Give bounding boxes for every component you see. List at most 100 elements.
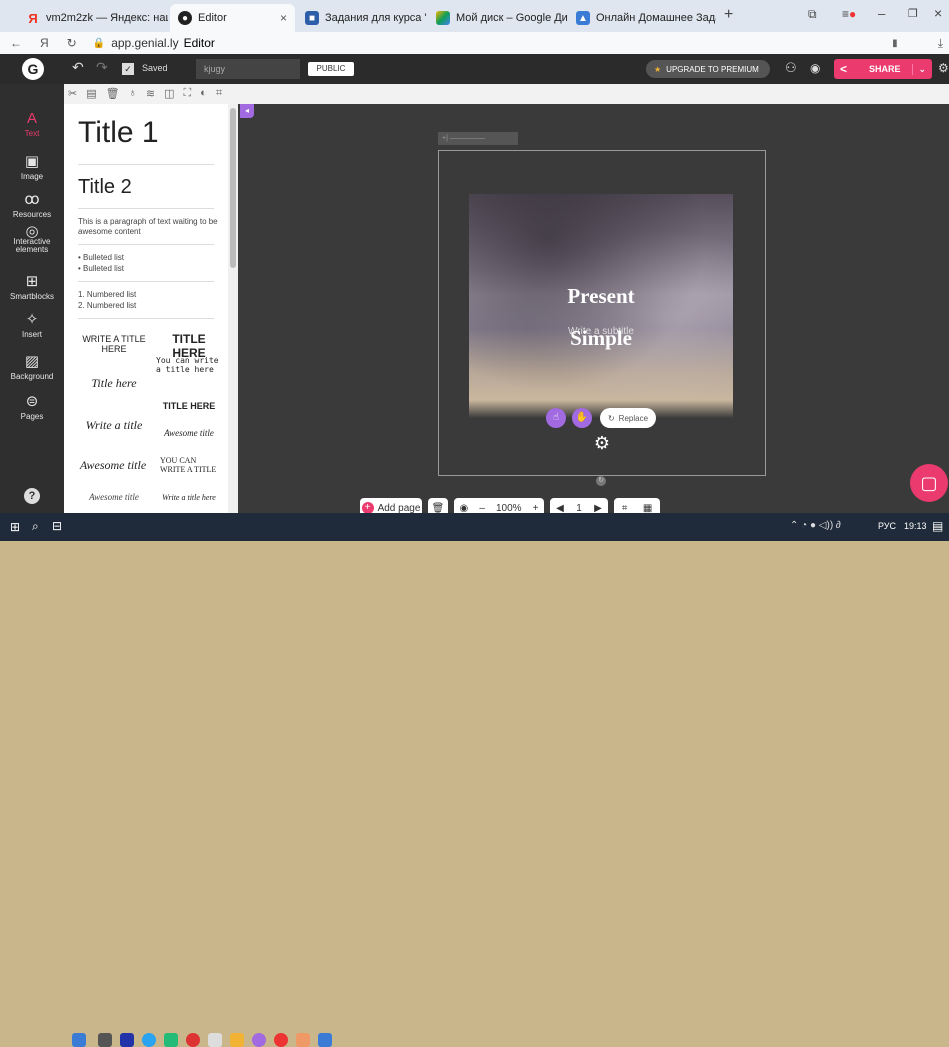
template-you-can-write[interactable]: You can write a title here — [156, 356, 222, 374]
document-name-input[interactable]: kjugy — [196, 59, 300, 79]
template-awesome-title-2[interactable]: Awesome title — [78, 458, 148, 473]
browser-tab-course[interactable]: ■ Задания для курса "Modul — [297, 4, 427, 32]
taskbar-app-icon[interactable] — [186, 1033, 200, 1047]
tray-icons[interactable]: ⌃ ◔ ● ◁)) ∂ — [790, 520, 841, 531]
browser-tab-drive[interactable]: Мой диск – Google Диск — [428, 4, 568, 32]
share-button[interactable]: < SHARE ⌄ — [834, 59, 932, 79]
clock[interactable]: 19:13 — [904, 521, 927, 531]
animation-icon[interactable]: ✋ — [572, 408, 592, 428]
group-tag[interactable]: +| ————— — [438, 132, 518, 145]
replace-button[interactable]: ↻ Replace — [600, 408, 656, 428]
layers-icon[interactable]: ≋ — [146, 87, 155, 100]
taskbar-app-icon[interactable] — [120, 1033, 134, 1047]
bookmarks-icon[interactable]: ⧉ — [808, 7, 817, 22]
duplicate-icon[interactable]: ♁ — [129, 87, 137, 100]
template-title-here-script[interactable]: Title here — [82, 376, 146, 391]
undo-icon[interactable]: ↶ — [72, 59, 84, 76]
windows-start-icon[interactable]: ⊞ — [10, 520, 20, 534]
bookmark-icon[interactable]: ▮ — [892, 38, 898, 49]
template-awesome-title-3[interactable]: Awesome title — [82, 492, 146, 502]
yandex-home-icon[interactable]: Я — [40, 36, 49, 50]
taskbar-app-icon[interactable] — [142, 1033, 156, 1047]
zoom-out-icon[interactable]: – — [479, 503, 485, 514]
template-write-a-title[interactable]: Write a title — [82, 418, 146, 433]
settings-icon[interactable]: ⚙ — [938, 61, 949, 75]
template-write-title-here[interactable]: WRITE A TITLE HERE — [82, 334, 146, 354]
genially-logo[interactable]: G — [22, 58, 44, 80]
minimize-icon[interactable]: – — [878, 6, 885, 21]
url-host[interactable]: app.genial.ly — [111, 36, 178, 50]
template-title-here-2[interactable]: TITLE HERE — [156, 401, 222, 411]
task-view-icon[interactable]: ⊟ — [52, 519, 62, 533]
template-you-can-write-caps[interactable]: YOU CAN WRITE A TITLE — [160, 456, 220, 474]
group-icon[interactable]: ⛶ — [183, 87, 191, 100]
help-icon[interactable]: ? — [24, 488, 40, 504]
upgrade-button[interactable]: ★ UPGRADE TO PREMIUM — [646, 60, 770, 78]
title2-preset[interactable]: Title 2 — [78, 176, 132, 199]
taskbar-app-icon[interactable] — [72, 1033, 86, 1047]
scrollbar-thumb[interactable] — [230, 108, 236, 268]
preview-eye-icon[interactable]: ◉ — [810, 61, 820, 75]
taskbar-app-icon[interactable] — [252, 1033, 266, 1047]
new-tab-icon[interactable]: + — [724, 6, 733, 24]
close-tab-icon[interactable]: × — [274, 11, 287, 25]
next-page-icon[interactable]: ▶ — [594, 503, 602, 514]
browser-tab-yandex[interactable]: Я vm2m2zk — Яндекс: нашл — [18, 4, 168, 32]
interactivity-hand-icon[interactable]: ☝ — [546, 408, 566, 428]
panel-toggle-icon[interactable]: ◂ — [240, 104, 254, 118]
slide-title[interactable]: Present — [469, 284, 733, 309]
taskbar-app-icon[interactable] — [98, 1033, 112, 1047]
browser-tab-homework[interactable]: ▲ Онлайн Домашнее Задани — [568, 4, 716, 32]
action-center-icon[interactable]: ▤ — [932, 519, 943, 533]
search-icon[interactable]: ⌕ — [32, 519, 39, 534]
chevron-down-icon[interactable]: ⌄ — [912, 63, 926, 75]
taskbar-app-icon[interactable] — [164, 1033, 178, 1047]
fit-icon[interactable]: ⌗ — [622, 503, 628, 514]
sidebar-item-image[interactable]: ▣ Image — [0, 152, 64, 181]
grid-icon[interactable]: ▦ — [643, 503, 652, 514]
delete-icon[interactable]: 🗑 — [106, 87, 120, 100]
rotate-handle-icon[interactable]: ↻ — [596, 476, 606, 486]
sidebar-item-resources[interactable]: ꝏ Resources — [0, 190, 64, 219]
numbered-list-preset[interactable]: 1. Numbered list 2. Numbered list — [78, 289, 136, 311]
arrange-icon[interactable]: ◫ — [164, 87, 174, 100]
taskbar-app-icon[interactable] — [274, 1033, 288, 1047]
cut-icon[interactable]: ✂ — [68, 87, 77, 100]
url-page[interactable]: Editor — [184, 36, 215, 50]
sidebar-item-text[interactable]: A Text — [0, 110, 64, 138]
slide-subtitle[interactable]: Simple — [469, 326, 733, 351]
restore-icon[interactable]: ❐ — [908, 7, 918, 20]
title1-preset[interactable]: Title 1 — [78, 116, 159, 150]
add-collaborator-icon[interactable]: ⚇ — [785, 60, 797, 76]
sidebar-item-smartblocks[interactable]: ⊞ Smartblocks — [0, 272, 64, 301]
settings-gear-icon[interactable]: ⚙ — [591, 432, 613, 454]
panel-scrollbar[interactable] — [228, 104, 238, 513]
paragraph-preset[interactable]: This is a paragraph of text waiting to b… — [78, 217, 218, 237]
notifications-icon[interactable]: ≡● — [842, 7, 856, 21]
close-window-icon[interactable]: × — [934, 5, 942, 21]
preview-icon[interactable]: ◉ — [460, 503, 469, 514]
sidebar-item-interactive[interactable]: ◎ Interactive elements — [0, 224, 64, 254]
redo-icon[interactable]: ↷ — [96, 59, 108, 76]
taskbar-app-icon[interactable] — [208, 1033, 222, 1047]
taskbar-app-icon[interactable] — [296, 1033, 310, 1047]
bulleted-list-preset[interactable]: • Bulleted list • Bulleted list — [78, 252, 124, 274]
sidebar-item-insert[interactable]: ✧ Insert — [0, 310, 64, 339]
sidebar-item-pages[interactable]: ⊜ Pages — [0, 392, 64, 421]
zoom-in-icon[interactable]: + — [533, 503, 539, 514]
browser-tab-editor[interactable]: ● Editor × — [170, 4, 295, 32]
download-icon[interactable]: ⤓ — [938, 36, 943, 51]
back-icon[interactable]: ← — [10, 36, 22, 50]
copy-icon[interactable]: ▤ — [86, 87, 96, 100]
prev-page-icon[interactable]: ◀ — [556, 503, 564, 514]
template-write-a-title-here-script[interactable]: Write a title here — [156, 493, 222, 502]
public-badge[interactable]: PUBLIC — [308, 62, 354, 76]
taskbar-app-icon[interactable] — [230, 1033, 244, 1047]
taskbar-app-icon[interactable] — [318, 1033, 332, 1047]
opacity-icon[interactable]: ◐ — [200, 87, 207, 100]
sidebar-item-background[interactable]: ▨ Background — [0, 352, 64, 381]
reload-icon[interactable]: ↻ — [67, 36, 77, 50]
language-indicator[interactable]: РУС — [878, 521, 896, 531]
chat-support-icon[interactable]: ▢ — [910, 464, 948, 502]
template-awesome-title[interactable]: Awesome title — [156, 428, 222, 438]
